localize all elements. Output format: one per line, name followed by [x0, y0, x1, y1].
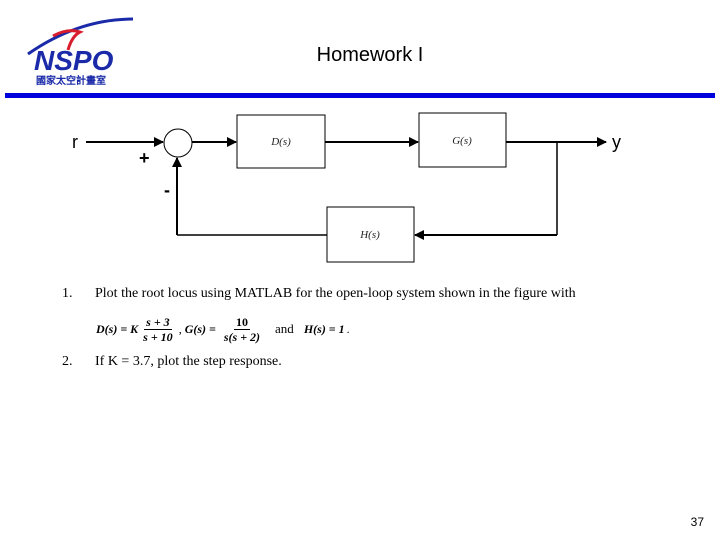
- d-denominator: s + 10: [143, 329, 173, 344]
- slide-title: Homework I: [316, 44, 424, 66]
- separator: ,: [178, 321, 182, 336]
- g-numerator: 10: [233, 314, 250, 330]
- item-1-text: Plot the root locus using MATLAB for the…: [95, 286, 576, 301]
- item-2-text: If K = 3.7, plot the step response.: [95, 354, 282, 369]
- h-expression: H(s) = 1: [303, 321, 345, 336]
- summing-junction: [163, 128, 193, 158]
- d-numerator: s + 3: [144, 314, 172, 330]
- logo-subtitle: 國家太空計畫室: [36, 74, 106, 86]
- block-h-label: H(s): [359, 229, 380, 241]
- g-lhs: G(s) =: [184, 321, 216, 336]
- block-g-label: G(s): [452, 135, 472, 147]
- item-2-number: 2.: [62, 354, 73, 369]
- block-d-label: D(s): [270, 136, 291, 148]
- equation-end: .: [346, 321, 350, 336]
- g-fraction: 10 s(s + 2): [222, 315, 262, 344]
- and-word: and: [275, 321, 294, 336]
- minus-sign: -: [164, 180, 170, 200]
- d-lhs: D(s) = K: [96, 321, 139, 336]
- block-diagram-svg: r + - D(s) G(s) y H(s): [72, 112, 621, 263]
- logo-wordmark: NSPO: [34, 45, 114, 76]
- item-1-number: 1.: [62, 286, 73, 301]
- plus-sign: +: [139, 148, 150, 168]
- transfer-function-equation: D(s) = K s + 3 s + 10 , G(s) = 10 s(s + …: [96, 313, 350, 345]
- g-denominator: s(s + 2): [223, 329, 261, 344]
- nspo-logo-graphic: NSPO 國家太空計畫室: [27, 17, 134, 87]
- page-number: 37: [690, 515, 704, 529]
- nspo-logo: NSPO 國家太空計畫室: [8, 14, 148, 87]
- input-label: r: [72, 132, 78, 152]
- output-label: y: [612, 132, 621, 152]
- block-diagram: r + - D(s) G(s) y H(s): [0, 100, 720, 280]
- d-fraction: s + 3 s + 10: [141, 315, 175, 344]
- title-divider: [5, 93, 715, 98]
